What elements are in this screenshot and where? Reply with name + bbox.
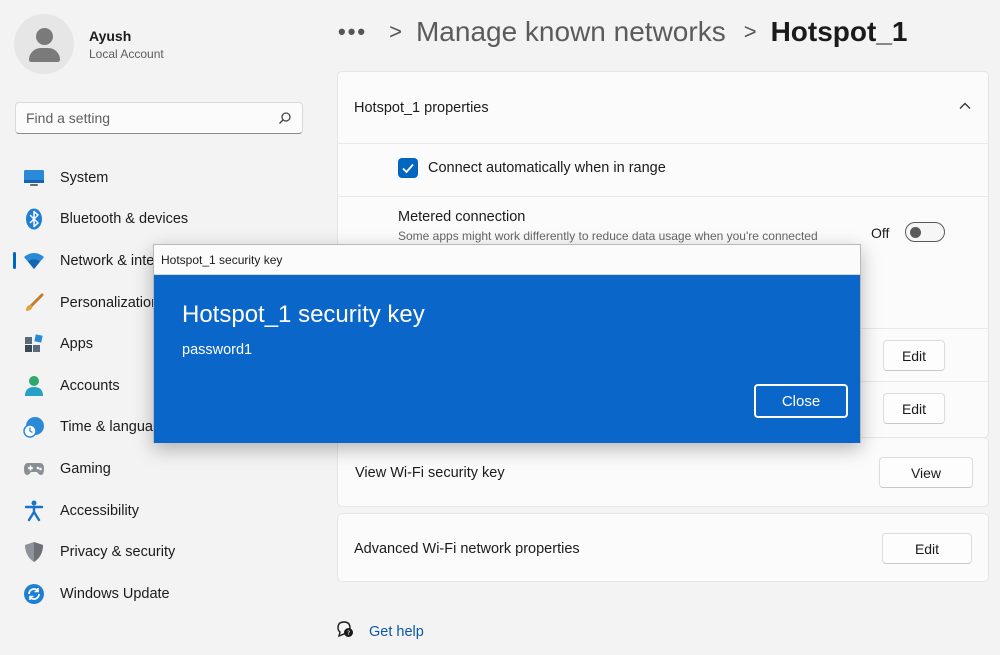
- sidebar-item-label: Privacy & security: [60, 544, 176, 561]
- metered-connection-subtitle: Some apps might work differently to redu…: [398, 229, 818, 243]
- sidebar-item-label: Personalization: [60, 294, 160, 311]
- connect-automatically-checkbox[interactable]: [398, 158, 418, 178]
- bluetooth-icon: [22, 207, 46, 231]
- get-help-link[interactable]: ? Get help: [335, 619, 424, 644]
- sidebar-item-label: Windows Update: [60, 585, 170, 602]
- close-button[interactable]: Close: [754, 384, 848, 418]
- dialog-heading: Hotspot_1 security key: [182, 301, 425, 328]
- sidebar-item-label: Apps: [60, 336, 94, 353]
- search-input[interactable]: [26, 110, 278, 126]
- sidebar-item-bluetooth[interactable]: Bluetooth & devices: [0, 199, 330, 241]
- avatar: [14, 14, 74, 74]
- chevron-right-icon: >: [743, 19, 757, 44]
- breadcrumb: ••• > Manage known networks > Hotspot_1: [338, 12, 907, 52]
- view-wifi-key-card: View Wi-Fi security key View: [337, 437, 989, 507]
- sidebar-item-system[interactable]: System: [0, 157, 330, 199]
- dialog-title-bar[interactable]: Hotspot_1 security key: [154, 245, 860, 275]
- view-wifi-key-label: View Wi-Fi security key: [355, 465, 505, 481]
- dialog-title: Hotspot_1 security key: [161, 252, 283, 267]
- edit-button-1[interactable]: Edit: [883, 340, 945, 371]
- properties-header[interactable]: Hotspot_1 properties: [338, 72, 988, 144]
- clock-globe-icon: [22, 415, 46, 439]
- divider: [338, 196, 988, 197]
- svg-text:?: ?: [347, 629, 350, 637]
- help-icon: ?: [335, 619, 355, 644]
- update-icon: [22, 582, 46, 606]
- user-profile[interactable]: Ayush Local Account: [14, 14, 164, 74]
- sidebar-item-label: System: [60, 169, 109, 186]
- gamepad-icon: [22, 457, 46, 481]
- sidebar-item-gaming[interactable]: Gaming: [0, 448, 330, 490]
- sidebar-item-windows-update[interactable]: Windows Update: [0, 573, 330, 615]
- metered-connection-toggle[interactable]: [905, 222, 945, 242]
- properties-title: Hotspot_1 properties: [354, 99, 489, 116]
- breadcrumb-parent-link[interactable]: Manage known networks: [416, 16, 726, 48]
- sidebar-item-label: Accounts: [60, 377, 120, 394]
- shield-icon: [22, 540, 46, 564]
- brush-icon: [22, 291, 46, 315]
- dialog-body: Hotspot_1 security key password1 Close: [154, 275, 860, 443]
- connect-automatically-label: Connect automatically when in range: [428, 160, 666, 176]
- sidebar-item-label: Gaming: [60, 460, 111, 477]
- sidebar-item-privacy-security[interactable]: Privacy & security: [0, 531, 330, 573]
- accessibility-icon: [22, 499, 46, 523]
- security-key-value: password1: [182, 342, 253, 358]
- advanced-edit-button[interactable]: Edit: [882, 533, 972, 564]
- more-icon[interactable]: •••: [338, 19, 367, 45]
- person-icon: [22, 374, 46, 398]
- user-account-type: Local Account: [89, 46, 164, 61]
- sidebar-item-label: Bluetooth & devices: [60, 211, 189, 228]
- search-box[interactable]: [15, 102, 303, 134]
- page-title: Hotspot_1: [770, 16, 908, 47]
- security-key-dialog: Hotspot_1 security key Hotspot_1 securit…: [153, 244, 861, 443]
- chevron-right-icon: >: [389, 19, 402, 44]
- advanced-properties-card: Advanced Wi-Fi network properties Edit: [337, 513, 989, 582]
- sidebar-item-accessibility[interactable]: Accessibility: [0, 490, 330, 532]
- metered-toggle-state: Off: [871, 225, 890, 241]
- wifi-icon: [22, 249, 46, 273]
- monitor-icon: [22, 166, 46, 190]
- sidebar-item-label: Accessibility: [60, 502, 139, 519]
- user-name: Ayush: [89, 27, 132, 44]
- view-wifi-key-button[interactable]: View: [879, 457, 973, 488]
- advanced-properties-label: Advanced Wi-Fi network properties: [354, 541, 580, 557]
- search-icon[interactable]: [278, 111, 292, 125]
- edit-button-2[interactable]: Edit: [883, 393, 945, 424]
- chevron-up-icon[interactable]: [958, 99, 972, 113]
- apps-icon: [22, 332, 46, 356]
- metered-connection-title: Metered connection: [398, 209, 526, 225]
- connect-automatically-row[interactable]: Connect automatically when in range: [398, 158, 666, 178]
- get-help-label: Get help: [369, 623, 424, 640]
